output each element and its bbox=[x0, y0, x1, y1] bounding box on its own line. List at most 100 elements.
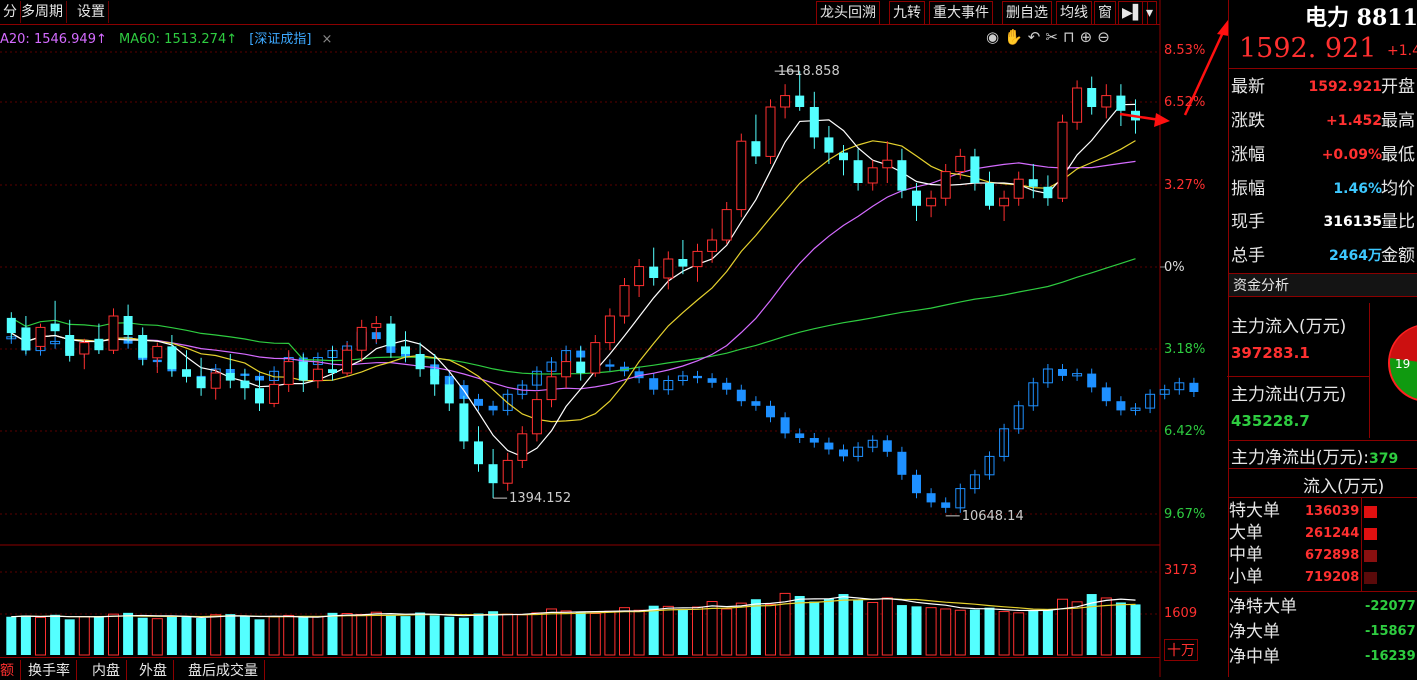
index-low-annotation: 10648.14 bbox=[962, 509, 1024, 524]
settings-tab[interactable]: 设置 bbox=[74, 1, 109, 23]
pct-tick-label: 8.53% bbox=[1164, 43, 1206, 58]
quote-value: +0.09% bbox=[1321, 147, 1382, 163]
volume-bar-up bbox=[531, 612, 543, 656]
close-overlay-icon[interactable]: × bbox=[322, 32, 333, 47]
undo-icon[interactable]: ↶ bbox=[1028, 28, 1046, 46]
kline-chart[interactable]: 1618.858 1394.152 10648.14 bbox=[0, 0, 1228, 677]
pct-tick-label: 9.67% bbox=[1164, 507, 1206, 522]
quote-label: 涨跌 bbox=[1231, 111, 1265, 131]
leader-backtrack-button[interactable]: 龙头回溯 bbox=[816, 1, 880, 25]
tab-outer[interactable]: 外盘 bbox=[133, 660, 174, 680]
capital-pie-chart: 19 bbox=[1388, 325, 1417, 401]
candle-down bbox=[65, 335, 75, 356]
ma10-line bbox=[10, 140, 1136, 423]
volume-bar-down bbox=[181, 616, 192, 655]
volume-bar-up bbox=[78, 616, 90, 656]
candle-up bbox=[1013, 178, 1024, 199]
volume-bar-up bbox=[721, 608, 733, 656]
net-label: 净中单 bbox=[1229, 647, 1280, 667]
multi-period-tab[interactable]: 多周期 bbox=[18, 1, 67, 23]
candle-down bbox=[444, 384, 454, 404]
tab-after-hours-volume[interactable]: 盘后成交量 bbox=[182, 660, 265, 680]
capital-analysis-header[interactable]: 资金分析 bbox=[1229, 273, 1417, 297]
quote-right-label: 最高 bbox=[1381, 111, 1415, 131]
flow-label: 中单 bbox=[1229, 545, 1263, 565]
major-events-button[interactable]: 重大事件 bbox=[929, 1, 993, 25]
volume-bar-down bbox=[6, 616, 17, 655]
net-label: 净特大单 bbox=[1229, 597, 1297, 617]
chart-toolbar: 分 多周期 设置 龙头回溯 九转 重大事件 删自选 均线 窗 ▶▌ ▾ bbox=[0, 0, 1160, 25]
ma-lines-button[interactable]: 均线 bbox=[1056, 1, 1092, 25]
candle-up bbox=[707, 239, 718, 252]
zoom-in-icon[interactable]: ⊕ bbox=[1080, 28, 1098, 46]
candle-up bbox=[342, 349, 353, 374]
candle-down bbox=[225, 373, 235, 381]
candle-up bbox=[940, 171, 951, 199]
flow-label: 小单 bbox=[1229, 567, 1263, 587]
quote-label: 总手 bbox=[1231, 246, 1265, 266]
scissors-icon[interactable]: ✂ bbox=[1045, 28, 1063, 46]
volume-bar-up bbox=[940, 608, 952, 656]
candle-down bbox=[167, 346, 177, 370]
zoom-out-icon[interactable]: ⊖ bbox=[1097, 28, 1115, 46]
ma20-line bbox=[10, 160, 1136, 392]
candle-down bbox=[255, 388, 264, 404]
ma-legend: A20: 1546.949↑ MA60: 1513.274↑ [深证成指] × bbox=[0, 28, 332, 47]
net-row-super-large: 净特大单 -22077 bbox=[1229, 595, 1417, 619]
volume-bar-up bbox=[1071, 601, 1083, 656]
candle-down bbox=[649, 266, 659, 278]
volume-bar-down bbox=[123, 612, 134, 655]
candle-up bbox=[546, 376, 557, 401]
volume-bar-up bbox=[151, 618, 163, 656]
volume-bar-down bbox=[20, 615, 31, 655]
candle-down bbox=[50, 323, 60, 332]
index-overlay-label[interactable]: [深证成指] bbox=[249, 32, 311, 47]
remove-watchlist-button[interactable]: 删自选 bbox=[1002, 1, 1052, 25]
volume-bar-down bbox=[415, 612, 426, 655]
flow-row-small: 小单 719208 bbox=[1229, 567, 1417, 588]
volume-bar-up bbox=[283, 614, 295, 656]
candle-down bbox=[809, 107, 819, 138]
candle-down bbox=[1043, 186, 1053, 199]
volume-bar-down bbox=[677, 608, 688, 655]
volume-bar-up bbox=[692, 606, 703, 656]
quote-row-pct: 涨幅 +0.09% 最低 bbox=[1231, 140, 1417, 170]
candle-up bbox=[619, 285, 630, 317]
quote-right-label: 量比 bbox=[1381, 212, 1415, 232]
nine-turn-button[interactable]: 九转 bbox=[889, 1, 925, 25]
main-outflow-label: 主力流出(万元) bbox=[1231, 385, 1347, 405]
volume-bar-down bbox=[809, 601, 820, 655]
volume-bar-down bbox=[896, 605, 907, 655]
tab-inner[interactable]: 内盘 bbox=[86, 660, 127, 680]
candle-up bbox=[634, 266, 645, 287]
volume-bar-down bbox=[137, 617, 148, 655]
candle-up bbox=[736, 140, 747, 211]
volume-bar-down bbox=[853, 599, 864, 655]
candle-down bbox=[182, 369, 191, 377]
volume-bar-up bbox=[735, 602, 747, 656]
volume-bar-up bbox=[35, 616, 46, 656]
flow-bar bbox=[1364, 550, 1377, 562]
volume-bar-up bbox=[998, 611, 1010, 656]
lock-icon[interactable]: ⊓ bbox=[1063, 28, 1080, 46]
tab-turnover[interactable]: 换手率 bbox=[22, 660, 77, 680]
eye-icon[interactable]: ◉ bbox=[986, 28, 1004, 46]
net-outflow-value: 379 bbox=[1369, 451, 1399, 467]
candle-down bbox=[328, 369, 337, 373]
volume-bar-down bbox=[575, 611, 586, 655]
tab-amount[interactable]: 额 bbox=[0, 660, 21, 680]
volume-bar-up bbox=[867, 601, 879, 656]
candle-up bbox=[999, 197, 1010, 207]
window-button[interactable]: 窗 bbox=[1094, 1, 1116, 25]
volume-bar-up bbox=[210, 614, 222, 656]
dropdown-icon[interactable]: ▾ bbox=[1142, 1, 1158, 25]
candle-down bbox=[459, 403, 469, 442]
pct-tick-label: 6.52% bbox=[1164, 95, 1206, 110]
flow-value: 261244 bbox=[1305, 526, 1360, 541]
hand-icon[interactable]: ✋ bbox=[1004, 28, 1028, 46]
candle-up bbox=[604, 315, 615, 344]
candle-up bbox=[692, 250, 703, 268]
volume-bar-down bbox=[838, 594, 849, 655]
candle-up bbox=[955, 155, 966, 173]
candle-up bbox=[663, 258, 674, 279]
